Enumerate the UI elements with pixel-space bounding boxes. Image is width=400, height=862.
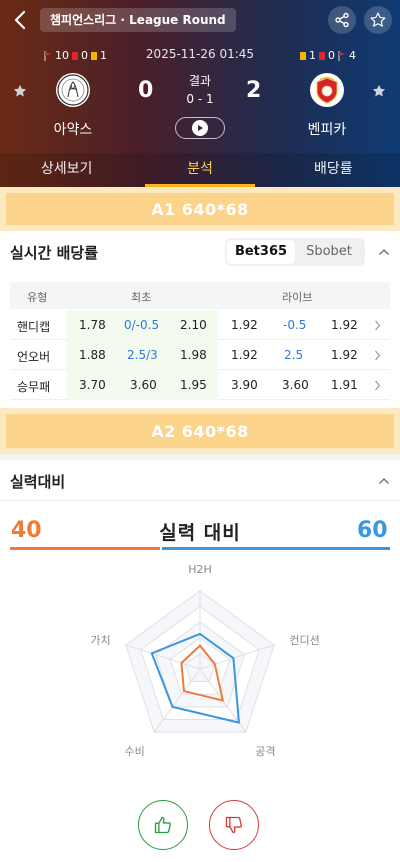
- tab-details[interactable]: 상세보기: [0, 153, 133, 187]
- share-icon: [335, 12, 349, 28]
- odds-init-draw: 3.60: [130, 378, 157, 392]
- back-button[interactable]: [10, 8, 32, 32]
- away-match-stats: 1 0 4: [300, 49, 356, 62]
- chevron-right-icon: [375, 380, 381, 391]
- home-favorite-star[interactable]: [12, 83, 28, 99]
- odds-header-type: 유형: [27, 291, 48, 304]
- odds-init-line: 0/-0.5: [124, 318, 160, 332]
- odds-init-home: 1.88: [79, 348, 106, 362]
- ad-banner-a1[interactable]: A1 640*68: [0, 187, 400, 231]
- home-team-name[interactable]: 아약스: [33, 119, 113, 139]
- odds-init-home: 1.78: [79, 318, 106, 332]
- odds-row-over-under[interactable]: 언오버 1.88 2.5/3 1.98 1.92 2.5 1.92: [10, 340, 390, 370]
- radar-axis-label: 가치: [90, 634, 110, 647]
- star-icon: [13, 84, 27, 97]
- collapse-odds-chevron-icon[interactable]: [378, 248, 390, 256]
- away-red-cards: 0: [328, 49, 335, 62]
- tab-odds[interactable]: 배당률: [267, 153, 400, 187]
- section-divider: [0, 454, 400, 460]
- chevron-right-icon: [375, 350, 381, 361]
- radar-axis-label: H2H: [188, 563, 212, 576]
- ad-banner-a2-label: A2 640*68: [6, 414, 394, 448]
- away-team-logo: [310, 73, 344, 107]
- odds-live-home: 1.92: [231, 348, 258, 362]
- favorite-button[interactable]: [364, 6, 392, 34]
- odds-live-away: 1.91: [331, 378, 358, 392]
- away-corners: 4: [349, 49, 356, 62]
- bookmaker-bet365[interactable]: Bet365: [227, 240, 295, 264]
- match-header: 챔피언스리그 · League Round 10 0 1 2025-11-26 …: [0, 0, 400, 187]
- home-strength-bar: [10, 547, 160, 550]
- odds-row-handicap[interactable]: 핸디캡 1.78 0/-0.5 2.10 1.92 -0.5 1.92: [10, 310, 390, 340]
- live-odds-title: 실시간 배당률: [10, 244, 99, 262]
- thumbs-up-icon: [154, 816, 171, 834]
- away-team-name[interactable]: 벤피카: [287, 119, 367, 139]
- strength-section-title: 실력대비: [10, 473, 66, 491]
- odds-live-home: 1.92: [231, 318, 258, 332]
- away-score: 2: [246, 78, 262, 103]
- play-highlights-button[interactable]: [175, 117, 225, 139]
- thumbs-down-icon: [225, 816, 242, 834]
- yellow-card-icon: [300, 51, 306, 60]
- star-outline-icon: [370, 12, 386, 27]
- league-title[interactable]: 챔피언스리그 · League Round: [40, 8, 236, 32]
- away-strength-value: 60: [357, 518, 388, 543]
- odds-init-away: 1.98: [180, 348, 207, 362]
- home-team-logo: [56, 73, 90, 107]
- odds-header-live: 라이브: [282, 291, 313, 304]
- match-tabs: 상세보기 분석 배당률: [0, 153, 400, 187]
- vote-down-button[interactable]: [209, 800, 259, 850]
- odds-header-initial: 최초: [131, 291, 152, 304]
- odds-type: 승무패: [17, 380, 51, 394]
- radar-axis-label: 컨디션: [289, 634, 319, 647]
- odds-live-away: 1.92: [331, 318, 358, 332]
- result-label: 결과: [188, 74, 212, 88]
- odds-row-1x2[interactable]: 승무패 3.70 3.60 1.95 3.90 3.60 1.91: [10, 370, 390, 400]
- odds-init-line: 2.5/3: [127, 348, 158, 362]
- strength-radar-chart: H2H 컨디션공격 수비 가치: [90, 563, 319, 758]
- radar-axis-label: 수비: [124, 745, 144, 758]
- strength-heading: 실력 대비: [159, 522, 241, 544]
- radar-axis-label: 공격: [255, 745, 275, 758]
- odds-type: 핸디캡: [17, 320, 51, 334]
- ad-banner-a2[interactable]: A2 640*68: [0, 408, 400, 454]
- home-score: 0: [138, 78, 154, 103]
- red-card-icon: [319, 51, 325, 60]
- odds-live-line: -0.5: [283, 318, 307, 332]
- star-icon: [372, 84, 386, 97]
- bookmaker-switch: Bet365 Sbobet: [225, 238, 365, 266]
- odds-init-away: 2.10: [180, 318, 207, 332]
- share-button[interactable]: [328, 6, 356, 34]
- chevron-right-icon: [375, 320, 381, 331]
- collapse-strength-chevron-icon[interactable]: [378, 477, 390, 485]
- odds-init-home: 3.70: [79, 378, 106, 392]
- strength-separator: [0, 500, 400, 501]
- odds-live-draw: 3.60: [282, 378, 309, 392]
- corner-flag-icon: [338, 50, 345, 61]
- odds-table-header: 유형 최초 라이브: [10, 282, 390, 309]
- half-time-score: 0 - 1: [186, 92, 214, 106]
- vote-up-button[interactable]: [138, 800, 188, 850]
- away-favorite-star[interactable]: [371, 83, 387, 99]
- odds-live-line: 2.5: [284, 348, 304, 362]
- odds-live-away: 1.92: [331, 348, 358, 362]
- ad-banner-a1-label: A1 640*68: [6, 193, 394, 225]
- play-icon: [192, 120, 208, 136]
- odds-init-away: 1.95: [180, 378, 207, 392]
- away-yellow-cards: 1: [309, 49, 316, 62]
- bookmaker-sbobet[interactable]: Sbobet: [295, 240, 363, 264]
- tab-analysis[interactable]: 분석: [133, 153, 266, 187]
- odds-type: 언오버: [17, 350, 51, 364]
- away-strength-bar: [162, 547, 390, 550]
- odds-live-home: 3.90: [231, 378, 258, 392]
